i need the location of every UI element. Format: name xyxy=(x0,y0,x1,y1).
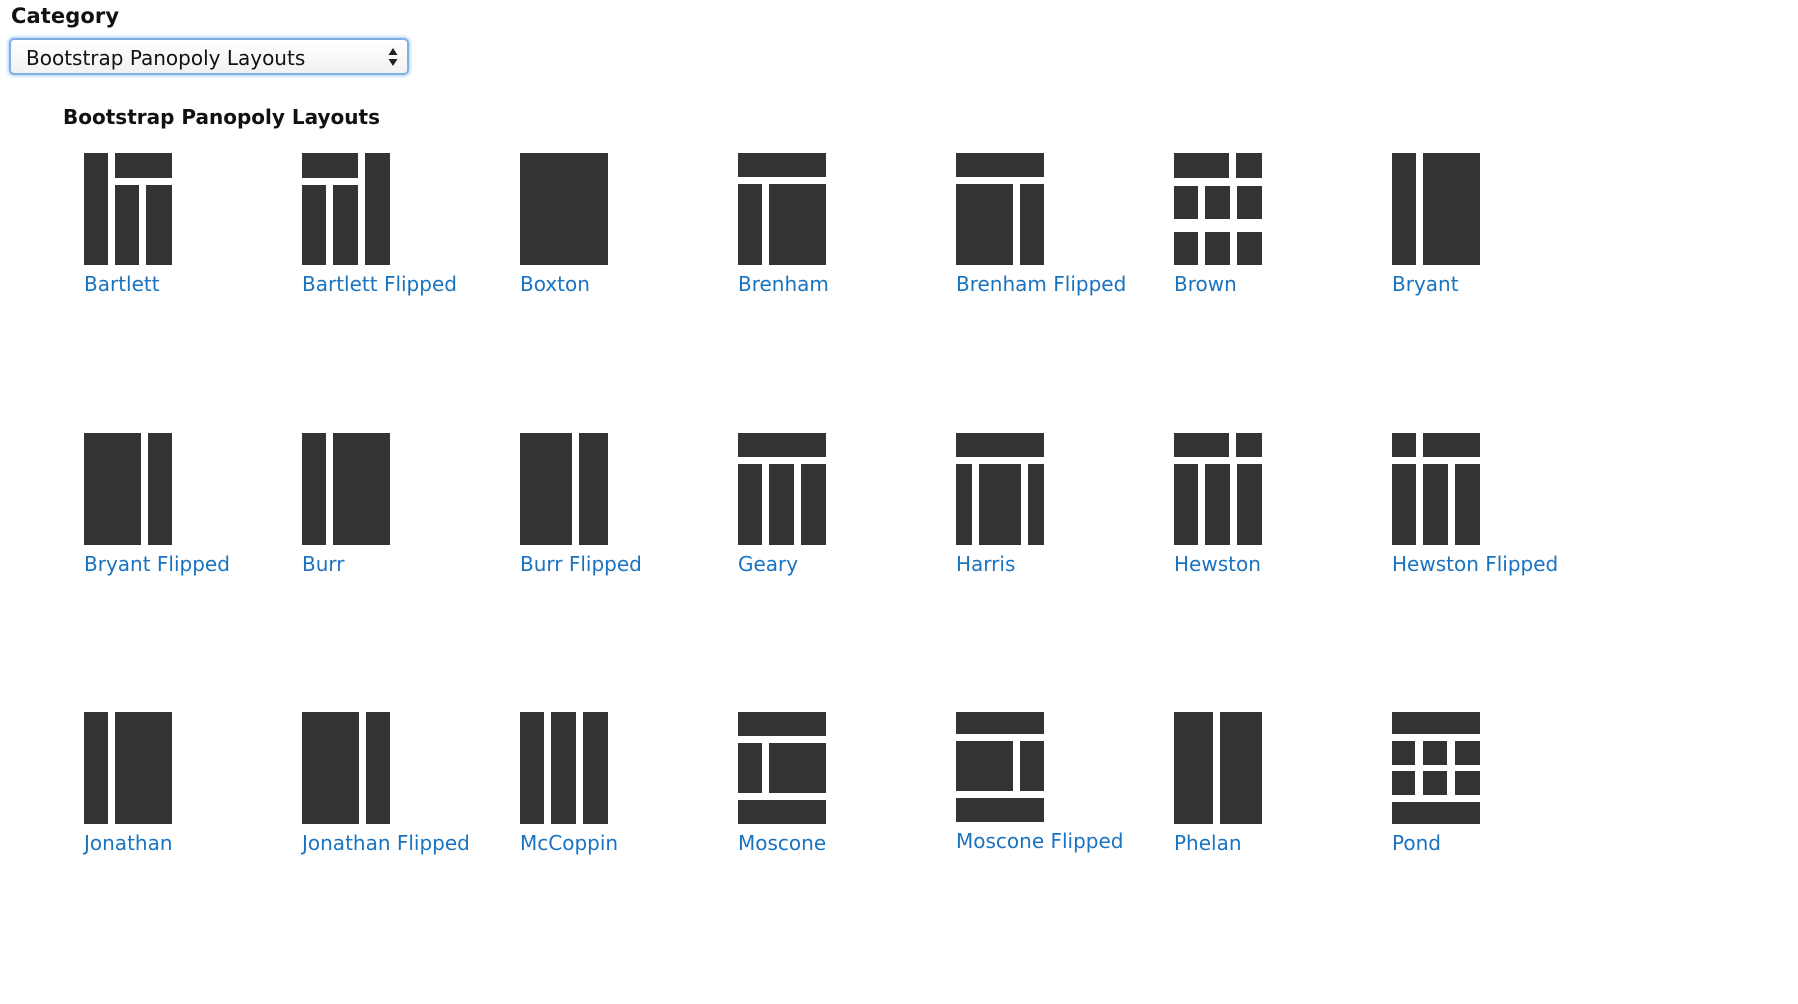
layout-harris[interactable]: Harris xyxy=(956,433,1156,583)
layout-name[interactable]: Burr Flipped xyxy=(520,552,642,576)
layout-name[interactable]: Jonathan Flipped xyxy=(302,831,470,855)
layout-hewston[interactable]: Hewston xyxy=(1174,433,1374,583)
boxton-layout-icon xyxy=(520,153,608,265)
moscone-flipped-layout-icon xyxy=(956,712,1044,822)
bartlett-layout-icon xyxy=(84,153,172,265)
brenham-flipped-layout-icon xyxy=(956,153,1044,265)
layout-name[interactable]: Hewston xyxy=(1174,552,1261,576)
brown-layout-icon xyxy=(1174,153,1262,265)
layout-name[interactable]: Brenham xyxy=(738,272,829,296)
harris-layout-icon xyxy=(956,433,1044,545)
layout-jonathan-flipped[interactable]: Jonathan Flipped xyxy=(302,712,502,862)
layout-pond[interactable]: Pond xyxy=(1392,712,1592,862)
category-select[interactable]: Bootstrap Panopoly Layouts xyxy=(9,38,409,75)
category-select-value: Bootstrap Panopoly Layouts xyxy=(26,46,306,70)
layout-name[interactable]: Hewston Flipped xyxy=(1392,552,1558,576)
layout-name[interactable]: Boxton xyxy=(520,272,590,296)
geary-layout-icon xyxy=(738,433,826,545)
brenham-layout-icon xyxy=(738,153,826,265)
layout-hewston-flipped[interactable]: Hewston Flipped xyxy=(1392,433,1592,583)
layout-brenham[interactable]: Brenham xyxy=(738,153,938,303)
layout-moscone[interactable]: Moscone xyxy=(738,712,938,862)
layout-name[interactable]: Brenham Flipped xyxy=(956,272,1126,296)
mccoppin-layout-icon xyxy=(520,712,608,824)
bryant-flipped-layout-icon xyxy=(84,433,172,545)
layout-boxton[interactable]: Boxton xyxy=(520,153,720,303)
hewston-layout-icon xyxy=(1174,433,1262,545)
layout-burr-flipped[interactable]: Burr Flipped xyxy=(520,433,720,583)
jonathan-flipped-layout-icon xyxy=(302,712,390,824)
layout-name[interactable]: Moscone Flipped xyxy=(956,829,1124,853)
layout-name[interactable]: Pond xyxy=(1392,831,1441,855)
layout-name[interactable]: Bartlett Flipped xyxy=(302,272,457,296)
category-label: Category xyxy=(11,4,120,28)
layout-chooser-page: Category Bootstrap Panopoly Layouts Boot… xyxy=(0,0,1798,1004)
layout-bryant-flipped[interactable]: Bryant Flipped xyxy=(84,433,284,583)
moscone-layout-icon xyxy=(738,712,826,824)
layout-mccoppin[interactable]: McCoppin xyxy=(520,712,720,862)
layout-name[interactable]: Brown xyxy=(1174,272,1237,296)
layout-name[interactable]: Bryant Flipped xyxy=(84,552,230,576)
layout-name[interactable]: Phelan xyxy=(1174,831,1242,855)
layout-name[interactable]: McCoppin xyxy=(520,831,618,855)
layout-brown[interactable]: Brown xyxy=(1174,153,1374,303)
layout-name[interactable]: Bartlett xyxy=(84,272,160,296)
bartlett-flipped-layout-icon xyxy=(302,153,390,265)
layout-moscone-flipped[interactable]: Moscone Flipped xyxy=(956,712,1156,862)
layout-bartlett[interactable]: Bartlett xyxy=(84,153,284,303)
layout-bryant[interactable]: Bryant xyxy=(1392,153,1592,303)
layout-name[interactable]: Jonathan xyxy=(84,831,173,855)
hewston-flipped-layout-icon xyxy=(1392,433,1480,545)
select-arrows-icon xyxy=(388,48,398,66)
pond-layout-icon xyxy=(1392,712,1480,824)
layout-name[interactable]: Bryant xyxy=(1392,272,1459,296)
layout-brenham-flipped[interactable]: Brenham Flipped xyxy=(956,153,1156,303)
layout-name[interactable]: Geary xyxy=(738,552,798,576)
phelan-layout-icon xyxy=(1174,712,1262,824)
bryant-layout-icon xyxy=(1392,153,1480,265)
layout-name[interactable]: Burr xyxy=(302,552,345,576)
group-heading: Bootstrap Panopoly Layouts xyxy=(63,105,381,129)
layout-jonathan[interactable]: Jonathan xyxy=(84,712,284,862)
layout-burr[interactable]: Burr xyxy=(302,433,502,583)
layout-name[interactable]: Moscone xyxy=(738,831,826,855)
burr-layout-icon xyxy=(302,433,390,545)
jonathan-layout-icon xyxy=(84,712,172,824)
layout-geary[interactable]: Geary xyxy=(738,433,938,583)
layout-bartlett-flipped[interactable]: Bartlett Flipped xyxy=(302,153,502,303)
burr-flipped-layout-icon xyxy=(520,433,608,545)
layout-name[interactable]: Harris xyxy=(956,552,1015,576)
layout-phelan[interactable]: Phelan xyxy=(1174,712,1374,862)
